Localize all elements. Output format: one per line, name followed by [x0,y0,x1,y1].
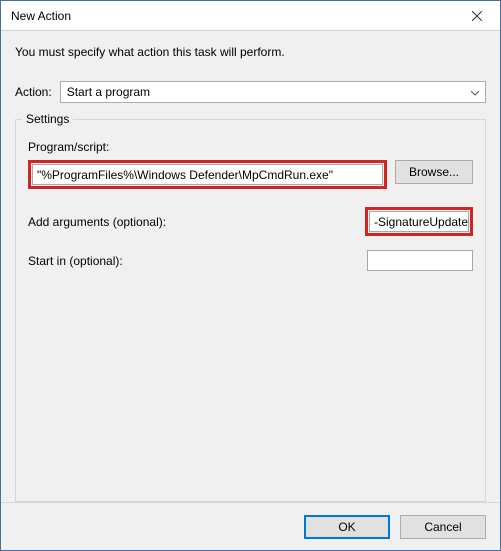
close-button[interactable] [454,1,500,31]
ok-button-label: OK [338,520,355,534]
browse-button[interactable]: Browse... [395,160,473,184]
cancel-button[interactable]: Cancel [400,515,486,539]
settings-group: Settings Program/script: "%ProgramFiles%… [15,119,486,502]
arguments-label: Add arguments (optional): [28,215,357,229]
cancel-button-label: Cancel [424,520,461,534]
arguments-input[interactable]: -SignatureUpdate [369,211,469,232]
action-label: Action: [15,85,52,99]
program-input-value: "%ProgramFiles%\Windows Defender\MpCmdRu… [37,168,333,182]
close-icon [472,11,482,21]
program-label: Program/script: [28,140,473,154]
browse-button-label: Browse... [409,165,459,179]
footer: OK Cancel [1,502,500,550]
action-select-value: Start a program [67,85,150,99]
content-area: You must specify what action this task w… [1,31,500,502]
dialog-new-action: New Action You must specify what action … [0,0,501,551]
program-input[interactable]: "%ProgramFiles%\Windows Defender\MpCmdRu… [32,164,383,185]
action-select[interactable]: Start a program [60,81,486,103]
arguments-input-value: -SignatureUpdate [374,215,468,229]
titlebar: New Action [1,1,500,31]
window-title: New Action [11,9,454,23]
ok-button[interactable]: OK [304,515,390,539]
settings-legend: Settings [22,112,73,126]
instruction-text: You must specify what action this task w… [15,45,486,59]
program-input-highlight: "%ProgramFiles%\Windows Defender\MpCmdRu… [28,160,387,189]
startin-input[interactable] [367,250,473,271]
arguments-input-highlight: -SignatureUpdate [365,207,473,236]
action-row: Action: Start a program [15,81,486,103]
startin-label: Start in (optional): [28,254,359,268]
chevron-down-icon [471,85,479,99]
